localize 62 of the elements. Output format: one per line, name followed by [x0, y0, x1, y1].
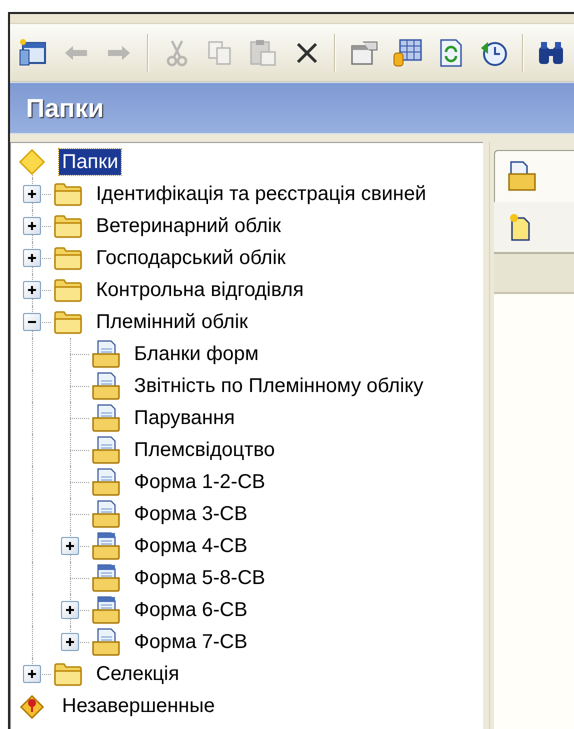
tree-item[interactable]: Форма 7-СВ: [131, 629, 250, 655]
tree-item[interactable]: Папки: [59, 149, 122, 175]
form-folder-icon: [91, 595, 121, 625]
tree-item[interactable]: Форма 1-2-СВ: [131, 469, 268, 495]
plus-icon: [27, 189, 37, 199]
expand-button[interactable]: [61, 537, 79, 555]
document-folder-icon: [91, 435, 121, 465]
tree-item[interactable]: Племсвідоцтво: [131, 437, 278, 463]
form-folder-icon: [91, 563, 121, 593]
folder-icon: [53, 245, 83, 271]
document-folder-icon: [91, 467, 121, 497]
tree-item[interactable]: Звітність по Племінному обліку: [131, 373, 426, 399]
plus-icon: [27, 253, 37, 263]
new-document-button[interactable]: [508, 212, 532, 242]
refresh-document-icon: [438, 38, 464, 68]
document-folder-icon: [91, 339, 121, 369]
tree-item[interactable]: Форма 4-СВ: [131, 533, 250, 559]
tree-item[interactable]: Форма 6-СВ: [131, 597, 250, 623]
new-document-icon: [508, 212, 532, 242]
folder-icon: [53, 309, 83, 335]
tree-item[interactable]: Бланки форм: [131, 341, 262, 367]
folder-icon: [53, 661, 83, 687]
expand-button[interactable]: [23, 281, 41, 299]
tree-item[interactable]: Племінний облік: [93, 309, 251, 335]
tree-item[interactable]: Незавершенные: [59, 693, 218, 719]
expand-button[interactable]: [23, 665, 41, 683]
scissors-icon: [166, 38, 188, 66]
tree-item[interactable]: Форма 3-СВ: [131, 501, 250, 527]
plus-icon: [65, 541, 75, 551]
document-folder-icon: [91, 499, 121, 529]
expand-button[interactable]: [61, 601, 79, 619]
tree-item[interactable]: Ветеринарний облік: [93, 213, 284, 239]
plus-icon: [65, 605, 75, 615]
form-folder-icon: [91, 531, 121, 561]
tree-item[interactable]: Контрольна відгодівля: [93, 277, 307, 303]
plus-icon: [27, 285, 37, 295]
clipboard-icon: [248, 38, 278, 68]
folder-icon: [53, 181, 83, 207]
tab[interactable]: [494, 150, 574, 202]
plus-icon: [65, 637, 75, 647]
expand-button[interactable]: [23, 217, 41, 235]
tree-item[interactable]: Парування: [131, 405, 238, 431]
document-folder-icon: [91, 371, 121, 401]
copy-icon: [206, 38, 234, 66]
expand-button[interactable]: [23, 185, 41, 203]
diamond-icon: [18, 148, 46, 176]
collapse-button[interactable]: [23, 313, 41, 331]
warning-icon: [18, 692, 46, 720]
document-folder-icon: [91, 627, 121, 657]
document-folder-icon: [91, 403, 121, 433]
folder-icon: [53, 277, 83, 303]
expand-button[interactable]: [23, 249, 41, 267]
tree-item[interactable]: Ідентифікація та реєстрація свиней: [93, 181, 430, 207]
tree-item[interactable]: Форма 5-8-СВ: [131, 565, 268, 591]
panel-title: Папки: [26, 92, 104, 124]
tree-item[interactable]: Селекція: [93, 661, 182, 687]
table-icon: [391, 38, 424, 68]
tree-item[interactable]: Господарський облік: [93, 245, 289, 271]
expand-button[interactable]: [61, 633, 79, 651]
folder-icon: [53, 213, 83, 239]
plus-icon: [27, 669, 37, 679]
plus-icon: [27, 221, 37, 231]
